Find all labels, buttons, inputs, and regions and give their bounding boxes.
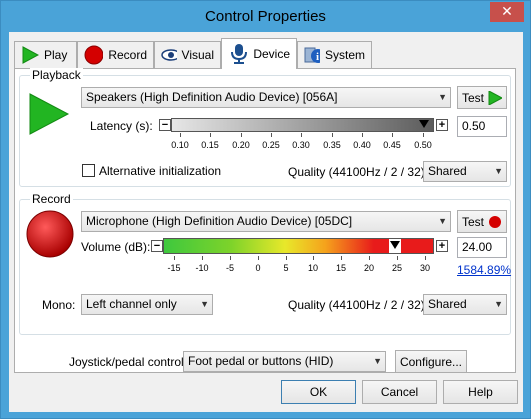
volume-tick: 10 — [307, 263, 319, 273]
tab-device-label: Device — [253, 47, 290, 61]
volume-input[interactable]: 24.00 — [457, 237, 507, 258]
record-test-label: Test — [461, 214, 484, 229]
volume-tickmarks — [163, 256, 434, 262]
latency-decrease-button[interactable]: − — [159, 119, 171, 131]
mono-value: Left channel only — [86, 297, 177, 311]
latency-tick: 0.20 — [232, 140, 250, 150]
tab-visual-label: Visual — [181, 48, 214, 62]
window-title: Control Properties — [205, 8, 326, 25]
ok-button[interactable]: OK — [281, 380, 356, 404]
joystick-label: Joystick/pedal control: — [69, 355, 188, 369]
playback-quality-label: Quality (44100Hz / 2 / 32): — [288, 165, 429, 179]
playback-group-label: Playback — [30, 68, 83, 82]
close-button[interactable]: ✕ — [490, 2, 524, 22]
joystick-select[interactable]: Foot pedal or buttons (HID) ▼ — [183, 351, 386, 372]
control-properties-window: Control Properties ✕ Play Record Visual — [0, 0, 531, 419]
latency-tick: 0.45 — [383, 140, 401, 150]
playback-test-label: Test — [461, 90, 484, 105]
latency-slider-thumb[interactable] — [419, 120, 429, 128]
volume-tick: -5 — [225, 263, 235, 273]
playback-test-button[interactable]: Test — [457, 86, 507, 109]
record-icon — [489, 215, 501, 228]
volume-tick: 20 — [363, 263, 375, 273]
alt-init-checkbox[interactable] — [82, 164, 95, 177]
latency-tickmarks — [171, 133, 434, 139]
microphone-icon — [231, 44, 247, 64]
latency-tick: 0.50 — [414, 140, 432, 150]
record-device-select[interactable]: Microphone (High Definition Audio Device… — [81, 211, 451, 232]
tab-system[interactable]: i System — [297, 41, 372, 68]
mono-select[interactable]: Left channel only ▼ — [81, 294, 213, 315]
play-icon — [488, 90, 502, 105]
record-test-button[interactable]: Test — [457, 210, 507, 233]
dialog-client: Play Record Visual Device i System Playb… — [9, 32, 523, 412]
record-icon — [84, 45, 104, 65]
svg-text:i: i — [316, 51, 319, 63]
chevron-down-icon: ▼ — [200, 299, 209, 309]
volume-tick: 0 — [255, 263, 261, 273]
record-group-label: Record — [30, 192, 73, 206]
latency-tick-labels: 0.10 0.15 0.20 0.25 0.30 0.35 0.40 0.45 … — [171, 140, 434, 152]
volume-tick: 30 — [419, 263, 431, 273]
volume-tick: 15 — [335, 263, 347, 273]
record-device-value: Microphone (High Definition Audio Device… — [86, 214, 353, 228]
volume-label: Volume (dB): — [81, 240, 151, 254]
mono-label: Mono: — [42, 298, 76, 312]
latency-increase-button[interactable]: + — [436, 119, 448, 131]
tab-device[interactable]: Device — [221, 38, 297, 69]
playback-device-value: Speakers (High Definition Audio Device) … — [86, 90, 338, 104]
latency-tick: 0.35 — [323, 140, 341, 150]
alt-init-label: Alternative initialization — [99, 164, 222, 178]
joystick-value: Foot pedal or buttons (HID) — [188, 354, 334, 368]
play-icon — [22, 46, 39, 64]
tab-visual[interactable]: Visual — [154, 41, 221, 68]
volume-tick: 25 — [391, 263, 403, 273]
record-group: Record Microphone (High Definition Audio… — [19, 192, 511, 335]
latency-tick: 0.15 — [201, 140, 219, 150]
volume-tick: 5 — [283, 263, 289, 273]
playback-group: Playback Speakers (High Definition Audio… — [19, 68, 511, 187]
latency-tick: 0.10 — [171, 140, 189, 150]
volume-slider[interactable] — [163, 238, 434, 254]
info-icon: i — [304, 47, 320, 63]
tab-system-label: System — [324, 48, 365, 62]
playback-quality-select[interactable]: Shared ▼ — [423, 161, 507, 182]
help-button[interactable]: Help — [443, 380, 518, 404]
record-icon — [26, 210, 74, 258]
tab-play[interactable]: Play — [14, 41, 77, 68]
latency-tick: 0.40 — [353, 140, 371, 150]
playback-device-select[interactable]: Speakers (High Definition Audio Device) … — [81, 87, 451, 108]
cancel-button[interactable]: Cancel — [362, 380, 437, 404]
latency-input[interactable]: 0.50 — [457, 116, 507, 137]
latency-tick: 0.30 — [292, 140, 310, 150]
chevron-down-icon: ▼ — [494, 299, 503, 309]
play-icon — [29, 93, 70, 135]
tab-record-label: Record — [108, 48, 147, 62]
volume-percent-link[interactable]: 1584.89% — [457, 263, 511, 277]
playback-quality-value: Shared — [428, 164, 467, 178]
chevron-down-icon: ▼ — [494, 166, 503, 176]
eye-icon — [161, 49, 177, 61]
volume-tick: -10 — [195, 263, 209, 273]
volume-decrease-button[interactable]: − — [151, 240, 163, 252]
latency-tick: 0.25 — [262, 140, 280, 150]
chevron-down-icon: ▼ — [438, 216, 447, 226]
device-tab-panel: Playback Speakers (High Definition Audio… — [14, 68, 516, 373]
chevron-down-icon: ▼ — [373, 356, 382, 366]
chevron-down-icon: ▼ — [438, 92, 447, 102]
latency-label: Latency (s): — [90, 119, 153, 133]
record-quality-label: Quality (44100Hz / 2 / 32): — [288, 298, 429, 312]
latency-slider[interactable] — [171, 118, 434, 132]
volume-tick-labels: -15 -10 -5 0 5 10 15 20 25 30 — [163, 263, 434, 275]
record-quality-select[interactable]: Shared ▼ — [423, 294, 507, 315]
configure-button[interactable]: Configure... — [395, 350, 467, 373]
volume-slider-thumb[interactable] — [390, 241, 400, 249]
volume-increase-button[interactable]: + — [436, 240, 448, 252]
volume-tick: -15 — [167, 263, 181, 273]
tab-record[interactable]: Record — [77, 41, 154, 68]
tab-play-label: Play — [44, 48, 68, 62]
record-quality-value: Shared — [428, 297, 467, 311]
